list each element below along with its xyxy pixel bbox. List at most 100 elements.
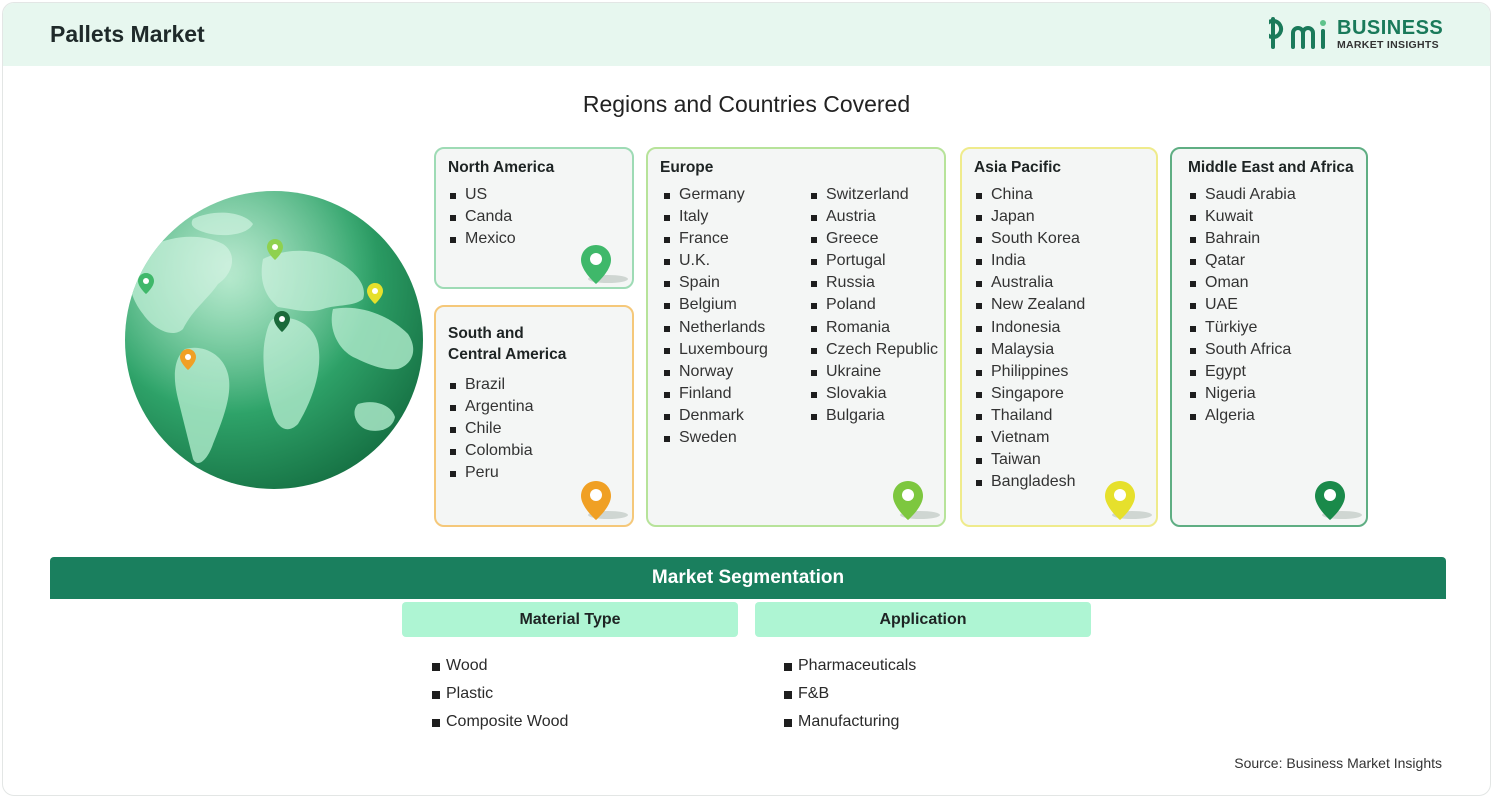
list-item: Portugal <box>809 250 938 272</box>
map-pin-icon <box>1105 481 1152 520</box>
bmi-logo-icon <box>1269 17 1326 49</box>
logo-text-business: BUSINESS <box>1337 17 1444 39</box>
list-item: Philippines <box>974 361 1085 383</box>
map-pin-icon <box>893 481 940 520</box>
list-item: Belgium <box>662 294 768 316</box>
list-item: Manufacturing <box>784 708 916 736</box>
region-name-europe: Europe <box>660 159 714 176</box>
map-pin-icon <box>581 481 628 520</box>
segment-heading-material-type: Material Type <box>402 602 738 637</box>
list-item: South Korea <box>974 228 1085 250</box>
list-item: Luxembourg <box>662 339 768 361</box>
list-item: Australia <box>974 272 1085 294</box>
country-list-europe-col1: Germany Italy France U.K. Spain Belgium … <box>662 184 768 449</box>
company-logo: BUSINESS MARKET INSIGHTS <box>1269 15 1444 55</box>
list-item: Saudi Arabia <box>1188 184 1296 206</box>
list-item: Austria <box>809 206 938 228</box>
list-item: F&B <box>784 680 916 708</box>
card-south-central-america: South and Central America Brazil Argenti… <box>434 305 634 527</box>
card-middle-east-africa: Middle East and Africa Saudi Arabia Kuwa… <box>1170 147 1368 527</box>
map-pin-icon <box>1315 481 1362 520</box>
list-item: Pharmaceuticals <box>784 652 916 680</box>
list-item: Ukraine <box>809 361 938 383</box>
country-list-mea: Saudi Arabia Kuwait Bahrain Qatar Oman U… <box>1188 184 1296 427</box>
list-item: Bangladesh <box>974 471 1085 493</box>
list-item: Vietnam <box>974 427 1085 449</box>
segment-list-application: Pharmaceuticals F&B Manufacturing <box>784 652 916 736</box>
list-item: Denmark <box>662 405 768 427</box>
list-item: Türkiye <box>1188 317 1296 339</box>
list-item: Sweden <box>662 427 768 449</box>
header-bar: Pallets Market BUSINESS MARKET INSIGHTS <box>3 3 1490 66</box>
list-item: Switzerland <box>809 184 938 206</box>
list-item: Finland <box>662 383 768 405</box>
list-item: Nigeria <box>1188 383 1296 405</box>
list-item: Spain <box>662 272 768 294</box>
source-note: Source: Business Market Insights <box>1234 755 1442 771</box>
page-title: Pallets Market <box>50 21 205 47</box>
list-item: U.K. <box>662 250 768 272</box>
list-item: India <box>974 250 1085 272</box>
regions-title: Regions and Countries Covered <box>582 91 911 117</box>
list-item: China <box>974 184 1085 206</box>
list-item: Netherlands <box>662 317 768 339</box>
list-item: Greece <box>809 228 938 250</box>
logo-text-market-insights: MARKET INSIGHTS <box>1337 39 1439 51</box>
list-item: Plastic <box>432 680 568 708</box>
region-name-north-america: North America <box>448 159 555 176</box>
segment-list-material-type: Wood Plastic Composite Wood <box>432 652 568 736</box>
list-item: UAE <box>1188 294 1296 316</box>
list-item: Romania <box>809 317 938 339</box>
list-item: Russia <box>809 272 938 294</box>
card-asia-pacific: Asia Pacific China Japan South Korea Ind… <box>960 147 1158 527</box>
region-name-asia-pacific: Asia Pacific <box>974 159 1062 176</box>
list-item: Norway <box>662 361 768 383</box>
list-item: Slovakia <box>809 383 938 405</box>
list-item: Canda <box>448 206 516 228</box>
segmentation-title: Market Segmentation <box>50 557 1446 599</box>
list-item: Malaysia <box>974 339 1085 361</box>
country-list-asia-pacific: China Japan South Korea India Australia … <box>974 184 1085 493</box>
list-item: Germany <box>662 184 768 206</box>
list-item: Singapore <box>974 383 1085 405</box>
list-item: Qatar <box>1188 250 1296 272</box>
infographic-frame: Pallets Market BUSINESS MARKET INSIGHTS … <box>2 2 1491 796</box>
country-list-europe-col2: Switzerland Austria Greece Portugal Russ… <box>809 184 938 427</box>
list-item: Composite Wood <box>432 708 568 736</box>
region-name-south-central-america: South and Central America <box>448 323 566 365</box>
list-item: Argentina <box>448 396 534 418</box>
list-item: Kuwait <box>1188 206 1296 228</box>
segment-heading-application: Application <box>755 602 1091 637</box>
country-list-north-america: US Canda Mexico <box>448 184 516 250</box>
list-item: New Zealand <box>974 294 1085 316</box>
list-item: France <box>662 228 768 250</box>
list-item: Egypt <box>1188 361 1296 383</box>
list-item: Brazil <box>448 374 534 396</box>
card-north-america: North America US Canda Mexico <box>434 147 634 289</box>
list-item: Bulgaria <box>809 405 938 427</box>
list-item: Algeria <box>1188 405 1296 427</box>
list-item: South Africa <box>1188 339 1296 361</box>
list-item: Italy <box>662 206 768 228</box>
list-item: Taiwan <box>974 449 1085 471</box>
list-item: Bahrain <box>1188 228 1296 250</box>
list-item: Japan <box>974 206 1085 228</box>
country-list-south-central-america: Brazil Argentina Chile Colombia Peru <box>448 374 534 484</box>
list-item: Chile <box>448 418 534 440</box>
card-europe: Europe Germany Italy France U.K. Spain B… <box>646 147 946 527</box>
list-item: Thailand <box>974 405 1085 427</box>
list-item: Mexico <box>448 228 516 250</box>
list-item: Wood <box>432 652 568 680</box>
list-item: Czech Republic <box>809 339 938 361</box>
list-item: Oman <box>1188 272 1296 294</box>
list-item: US <box>448 184 516 206</box>
region-name-line1: South and <box>448 325 524 342</box>
list-item: Poland <box>809 294 938 316</box>
list-item: Colombia <box>448 440 534 462</box>
region-name-mea: Middle East and Africa <box>1188 159 1354 176</box>
map-pin-icon <box>581 245 628 284</box>
list-item: Peru <box>448 462 534 484</box>
globe-illustration <box>123 189 425 491</box>
region-name-line2: Central America <box>448 346 567 363</box>
list-item: Indonesia <box>974 317 1085 339</box>
